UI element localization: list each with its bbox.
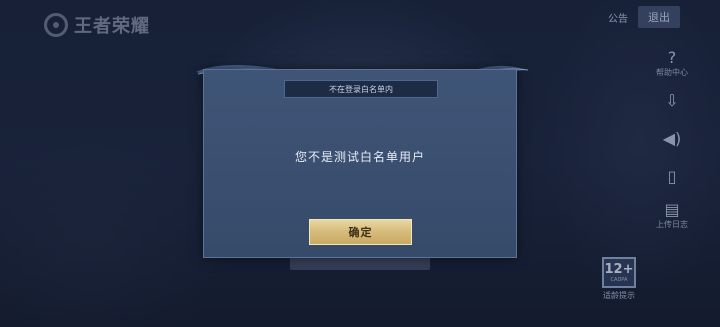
speaker-icon: ◀) [662, 129, 682, 148]
sidebar-item-sound[interactable]: ◀) [652, 120, 692, 158]
sidebar-item-device[interactable]: ▯ [652, 158, 692, 196]
game-logo: 王者荣耀 [44, 12, 150, 38]
dialog-title: 不在登录白名单内 [329, 84, 393, 94]
age-rating-box: 12+ CADPA [602, 257, 636, 288]
logo-icon [44, 13, 68, 37]
right-sidebar: ? 帮助中心 ⇩ ◀) ▯ ▤ 上传日志 [652, 44, 692, 234]
sidebar-item-help[interactable]: ? 帮助中心 [652, 44, 692, 82]
sidebar-item-download[interactable]: ⇩ [652, 82, 692, 120]
whitelist-dialog: 不在登录白名单内 您不是测试白名单用户 确定 [203, 69, 517, 258]
top-right-controls: 公告 退出 [604, 6, 680, 28]
notice-button[interactable]: 公告 [604, 8, 632, 27]
dialog-title-bar: 不在登录白名单内 [284, 80, 438, 98]
confirm-button-label: 确定 [348, 226, 373, 239]
phone-icon: ▯ [667, 167, 677, 186]
age-rating-label: 适龄提示 [603, 291, 635, 300]
question-icon: ? [667, 47, 677, 67]
logo-text: 王者荣耀 [74, 16, 150, 37]
age-rating-badge[interactable]: 12+ CADPA 适龄提示 [601, 257, 637, 301]
age-rating-number: 12+ [604, 261, 634, 277]
footer-disclaimer [96, 303, 600, 323]
log-upload-icon: ▤ [664, 199, 680, 219]
age-rating-sub: CADPA [610, 276, 628, 283]
sidebar-item-upload-log[interactable]: ▤ 上传日志 [652, 196, 692, 234]
sidebar-item-label: 上传日志 [656, 219, 688, 229]
confirm-button[interactable]: 确定 [309, 219, 412, 245]
download-icon: ⇩ [665, 91, 679, 110]
dialog-message: 您不是测试白名单用户 [294, 150, 425, 164]
server-select-strip [290, 256, 430, 270]
logout-button[interactable]: 退出 [638, 6, 680, 28]
sidebar-item-label: 帮助中心 [656, 67, 688, 77]
